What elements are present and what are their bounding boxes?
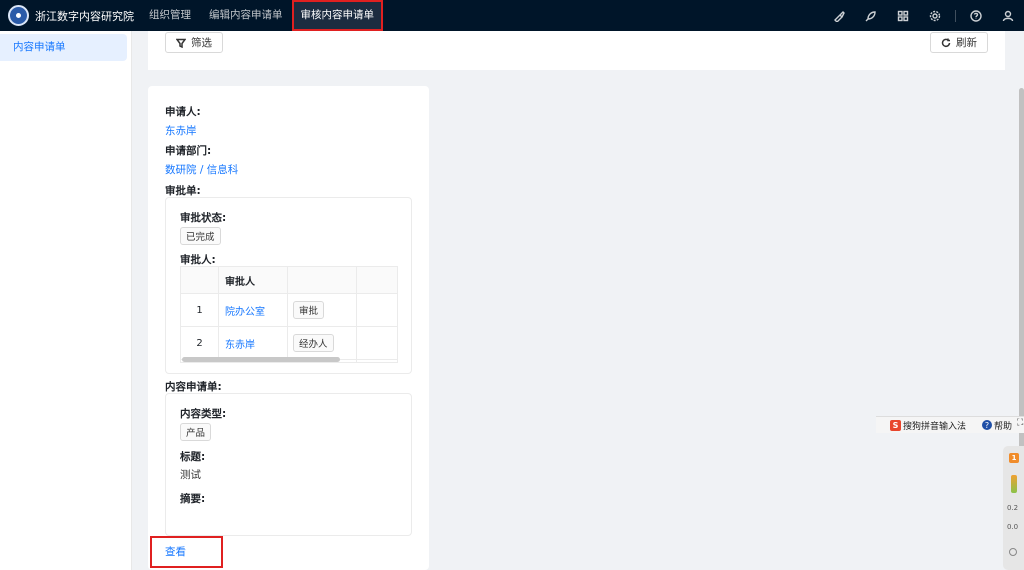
view-link[interactable]: 查看 [165, 544, 186, 559]
filter-button[interactable]: 筛选 [165, 32, 223, 53]
applicant-label: 申请人: [165, 106, 201, 118]
row-approver-link[interactable]: 东赤岸 [225, 327, 255, 359]
table-header-index [181, 267, 218, 293]
sogou-ime-icon[interactable]: S [890, 419, 901, 431]
approvers-label: 审批人: [180, 254, 216, 266]
ime-label[interactable]: 搜狗拼音输入法 [903, 419, 966, 432]
row-role-tag: 经办人 [293, 334, 334, 352]
title-label: 标题: [180, 451, 206, 463]
nav-review-content-request[interactable]: 审核内容申请单 [291, 0, 383, 31]
user-profile-icon[interactable] [992, 0, 1024, 31]
status-badge: 已完成 [180, 227, 221, 245]
approval-form-label: 审批单: [165, 185, 201, 197]
table-header: 审批人 [181, 267, 397, 294]
row-index: 2 [196, 337, 203, 349]
widget-stat-2: 0.0 [1007, 523, 1019, 531]
department-value[interactable]: 数研院 / 信息科 [165, 162, 238, 177]
widget-circle-icon[interactable] [1009, 548, 1017, 556]
approval-form-card: 审批状态: 已完成 审批人: 审批人 1 院办公室 审批 2 东赤岸 经办人 [165, 197, 412, 374]
content-form-card: 内容类型: 产品 标题: 测试 摘要: [165, 393, 412, 536]
filter-funnel-icon [176, 38, 186, 48]
request-detail-card: 申请人: 东赤岸 申请部门: 数研院 / 信息科 审批单: 审批状态: 已完成 … [148, 86, 429, 570]
ime-help-label[interactable]: 帮助 [994, 419, 1012, 432]
sidebar: 内容申请单 [0, 31, 132, 570]
expand-icon[interactable]: ⛶ [1017, 418, 1023, 428]
view-link-highlight [150, 536, 223, 568]
apps-grid-icon[interactable] [887, 0, 919, 31]
filter-bar: 筛选 刷新 [148, 31, 1005, 70]
widget-stat-1: 0.2 [1007, 504, 1019, 512]
refresh-button-label: 刷新 [956, 37, 977, 49]
content-type-label: 内容类型: [180, 408, 227, 420]
ime-toolbar: S 搜狗拼音输入法 ? 帮助 [876, 416, 1024, 433]
content-type-badge: 产品 [180, 423, 212, 441]
ime-help-icon[interactable]: ? [982, 420, 993, 430]
help-question-icon[interactable] [960, 0, 992, 31]
brand[interactable]: 浙江数字内容研究院 [0, 0, 138, 31]
content-form-label: 内容申请单: [165, 381, 222, 393]
refresh-icon [941, 38, 951, 47]
divider [955, 9, 956, 22]
filter-button-label: 筛选 [191, 37, 212, 49]
nav-org-management[interactable]: 组织管理 [140, 0, 200, 31]
summary-label: 摘要: [180, 493, 206, 505]
refresh-button[interactable]: 刷新 [930, 32, 988, 53]
table-header-role [291, 267, 351, 293]
table-horizontal-scrollbar[interactable] [182, 357, 340, 362]
main-nav: 组织管理 编辑内容申请单 审核内容申请单 [140, 0, 383, 31]
top-icons [823, 0, 1024, 31]
top-navbar: 浙江数字内容研究院 组织管理 编辑内容申请单 审核内容申请单 [0, 0, 1024, 31]
sidebar-item-content-request[interactable]: 内容申请单 [0, 34, 127, 61]
row-role-tag: 审批 [293, 301, 325, 319]
widget-badge: 1 [1009, 453, 1019, 463]
floating-monitor-widget[interactable]: 1 0.2 0.0 [1003, 446, 1024, 570]
title-value: 测试 [180, 469, 201, 481]
brand-title: 浙江数字内容研究院 [35, 9, 134, 23]
row-approver-link[interactable]: 院办公室 [225, 294, 265, 326]
logo-icon [8, 5, 29, 26]
row-index: 1 [196, 304, 203, 316]
brush-icon[interactable] [823, 0, 855, 31]
table-row: 1 院办公室 审批 [181, 294, 397, 327]
table-row: 2 东赤岸 经办人 [181, 327, 397, 360]
rocket-icon[interactable] [855, 0, 887, 31]
department-label: 申请部门: [165, 145, 212, 157]
nav-edit-content-request[interactable]: 编辑内容申请单 [200, 0, 292, 31]
approvers-table: 审批人 1 院办公室 审批 2 东赤岸 经办人 [180, 266, 398, 363]
table-header-approver: 审批人 [225, 276, 255, 288]
settings-gear-icon[interactable] [919, 0, 951, 31]
approval-status-label: 审批状态: [180, 212, 227, 224]
widget-level-bar [1011, 475, 1017, 493]
applicant-value[interactable]: 东赤岸 [165, 123, 197, 138]
